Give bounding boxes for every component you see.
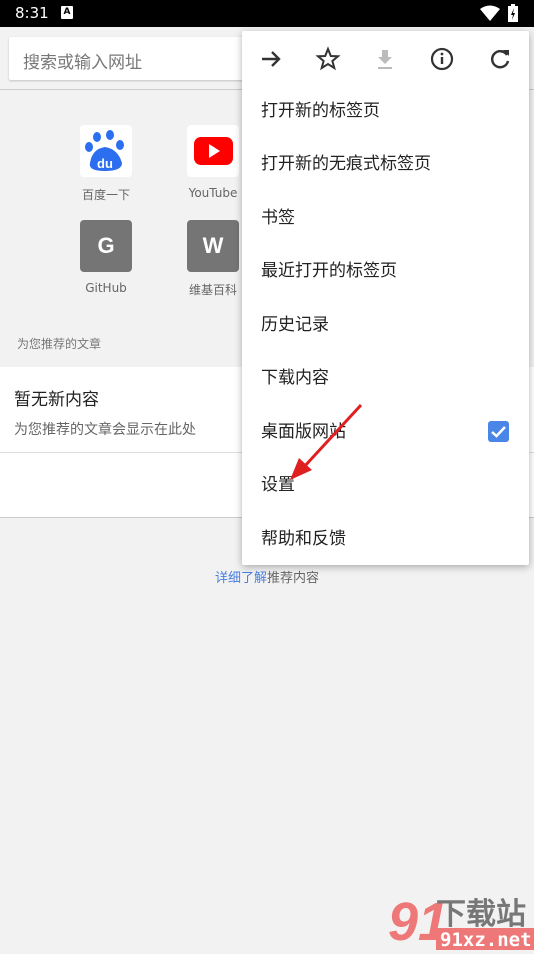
card-title: 暂无新内容 bbox=[14, 390, 99, 410]
annotation-arrow-icon bbox=[290, 403, 363, 480]
download-icon[interactable] bbox=[371, 45, 399, 73]
menu-item-help-feedback[interactable]: 帮助和反馈 bbox=[242, 513, 529, 566]
learn-more-text: 推荐内容 bbox=[267, 571, 320, 586]
learn-more: 详细了解推荐内容 bbox=[0, 567, 534, 586]
tile-github[interactable]: G GitHub bbox=[66, 220, 146, 295]
status-bar: 8:31 A bbox=[0, 0, 534, 27]
learn-more-link[interactable]: 详细了解 bbox=[215, 571, 267, 586]
letter-w-icon: W bbox=[187, 220, 239, 272]
menu-item-history[interactable]: 历史记录 bbox=[242, 299, 529, 352]
overflow-menu: 打开新的标签页 打开新的无痕式标签页 书签 最近打开的标签页 历史记录 下载内容… bbox=[242, 31, 529, 565]
notification-a-icon: A bbox=[61, 6, 73, 19]
desktop-site-checkbox[interactable] bbox=[488, 421, 509, 442]
section-label: 为您推荐的文章 bbox=[17, 337, 102, 351]
tile-wikipedia[interactable]: W 维基百科 bbox=[173, 220, 253, 298]
menu-item-bookmarks[interactable]: 书签 bbox=[242, 192, 529, 245]
wifi-icon bbox=[480, 5, 500, 21]
menu-item-downloads[interactable]: 下载内容 bbox=[242, 352, 529, 405]
svg-text:下载站: 下载站 bbox=[436, 897, 526, 932]
tile-label: 维基百科 bbox=[188, 283, 237, 297]
card-subtitle: 为您推荐的文章会显示在此处 bbox=[14, 422, 196, 438]
battery-charging-icon bbox=[508, 4, 518, 22]
svg-text:du: du bbox=[97, 156, 113, 171]
search-placeholder: 搜索或输入网址 bbox=[23, 53, 142, 73]
letter-g-icon: G bbox=[80, 220, 132, 272]
star-icon[interactable] bbox=[314, 45, 342, 73]
svg-text:91xz.net: 91xz.net bbox=[440, 929, 532, 950]
menu-item-recent-tabs[interactable]: 最近打开的标签页 bbox=[242, 245, 529, 298]
watermark-logo: 91 下载站 91xz.net bbox=[388, 888, 534, 954]
clock: 8:31 bbox=[15, 4, 49, 22]
info-icon[interactable] bbox=[428, 45, 456, 73]
forward-icon[interactable] bbox=[257, 45, 285, 73]
menu-item-new-incognito-tab[interactable]: 打开新的无痕式标签页 bbox=[242, 138, 529, 191]
reload-icon[interactable] bbox=[486, 45, 514, 73]
tile-baidu[interactable]: du 百度一下 bbox=[66, 125, 146, 203]
youtube-icon bbox=[187, 125, 239, 177]
tile-label: YouTube bbox=[188, 186, 238, 200]
tile-youtube[interactable]: YouTube bbox=[173, 125, 253, 200]
menu-item-new-tab[interactable]: 打开新的标签页 bbox=[242, 85, 529, 138]
tile-label: GitHub bbox=[85, 281, 127, 295]
baidu-icon: du bbox=[80, 125, 132, 177]
tile-label: 百度一下 bbox=[81, 188, 130, 202]
